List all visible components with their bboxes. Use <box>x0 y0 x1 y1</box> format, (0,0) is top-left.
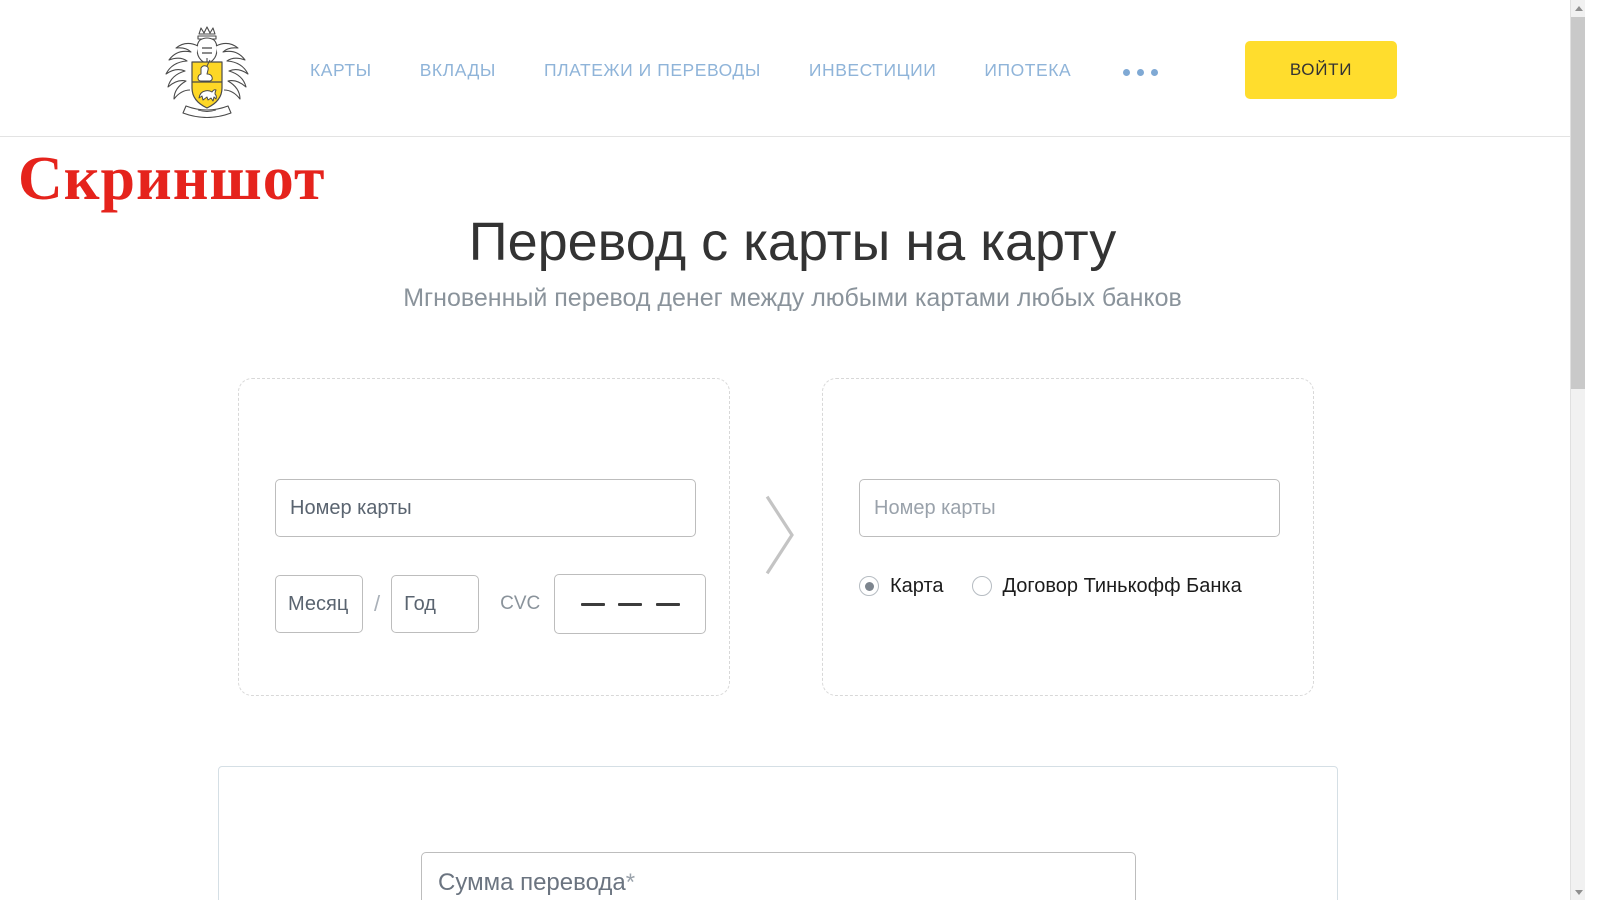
required-marker: * <box>625 869 636 896</box>
radio-option-contract[interactable]: Договор Тинькофф Банка <box>971 574 1242 598</box>
expiry-year-placeholder: Год <box>404 592 436 615</box>
cvc-dash <box>618 602 643 606</box>
chevron-down-icon <box>1574 889 1583 895</box>
cvc-input[interactable] <box>554 574 707 634</box>
page-title: Перевод с карты на карту <box>468 212 1117 272</box>
screenshot-watermark: Скриншот <box>18 145 326 213</box>
more-menu-icon[interactable] <box>1123 65 1159 76</box>
tinkoff-logo[interactable] <box>152 22 262 118</box>
nav-item-mortgage[interactable]: ИПОТЕКА <box>984 60 1071 81</box>
target-card-number-input[interactable]: Номер карты <box>859 479 1280 537</box>
cvc-dash <box>655 602 680 606</box>
radio-contract-icon[interactable] <box>971 576 992 596</box>
target-card-number-placeholder: Номер карты <box>874 496 996 519</box>
login-button[interactable]: ВОЙТИ <box>1245 41 1397 99</box>
source-card-number-input[interactable]: Номер карты <box>275 479 696 537</box>
expiry-month-input[interactable]: Месяц <box>275 575 363 633</box>
chevron-up-icon <box>1574 5 1583 11</box>
radio-contract-label: Договор Тинькофф Банка <box>1002 574 1242 597</box>
source-expiry-row: Месяц / Год CVC <box>275 574 707 634</box>
hero-section: Перевод с карты на карту Мгновенный пере… <box>0 212 1585 313</box>
source-card-inner: Номер карты <box>275 479 696 537</box>
nav-item-investments[interactable]: ИНВЕСТИЦИИ <box>809 60 937 81</box>
amount-panel: Сумма перевода* <box>218 766 1338 900</box>
amount-placeholder-text: Сумма перевода <box>438 869 626 896</box>
page-root: КАРТЫ ВКЛАДЫ ПЛАТЕЖИ И ПЕРЕВОДЫ ИНВЕСТИЦ… <box>0 0 1585 900</box>
chevron-right-icon <box>752 490 808 580</box>
source-card-number-placeholder: Номер карты <box>290 496 412 519</box>
page-subtitle: Мгновенный перевод денег между любыми ка… <box>403 284 1182 313</box>
transfer-form: Номер карты Месяц / Год CVC Номер карты … <box>238 378 1314 696</box>
amount-input[interactable]: Сумма перевода* <box>421 852 1136 900</box>
target-card-panel: Номер карты Карта Договор Тинькофф Банка <box>822 378 1314 696</box>
radio-option-card[interactable]: Карта <box>859 575 944 598</box>
amount-placeholder: Сумма перевода* <box>438 869 635 897</box>
cvc-dash <box>580 602 605 606</box>
expiry-year-input[interactable]: Год <box>391 575 480 633</box>
target-type-radio-group: Карта Договор Тинькофф Банка <box>859 571 1242 601</box>
expiry-separator: / <box>374 591 381 616</box>
cvc-label: CVC <box>500 593 541 614</box>
main-navigation: КАРТЫ ВКЛАДЫ ПЛАТЕЖИ И ПЕРЕВОДЫ ИНВЕСТИЦ… <box>310 54 1159 86</box>
expiry-month-placeholder: Месяц <box>288 592 349 615</box>
target-card-inner: Номер карты <box>859 479 1280 537</box>
nav-item-payments[interactable]: ПЛАТЕЖИ И ПЕРЕВОДЫ <box>544 60 761 81</box>
radio-card-label: Карта <box>890 574 944 597</box>
source-card-panel: Номер карты Месяц / Год CVC <box>238 378 730 696</box>
scroll-up-button[interactable] <box>1571 0 1585 16</box>
scrollbar-thumb[interactable] <box>1571 17 1585 389</box>
coat-of-arms-icon <box>165 26 249 118</box>
nav-item-deposits[interactable]: ВКЛАДЫ <box>420 60 496 81</box>
ellipsis-dot <box>1137 68 1145 76</box>
scroll-down-button[interactable] <box>1571 884 1585 900</box>
ellipsis-dot <box>1151 68 1159 76</box>
site-header: КАРТЫ ВКЛАДЫ ПЛАТЕЖИ И ПЕРЕВОДЫ ИНВЕСТИЦ… <box>0 0 1585 137</box>
ellipsis-dot <box>1123 68 1131 76</box>
radio-card-icon[interactable] <box>859 576 879 596</box>
page-scrollbar[interactable] <box>1570 0 1585 900</box>
nav-item-cards[interactable]: КАРТЫ <box>310 60 372 81</box>
